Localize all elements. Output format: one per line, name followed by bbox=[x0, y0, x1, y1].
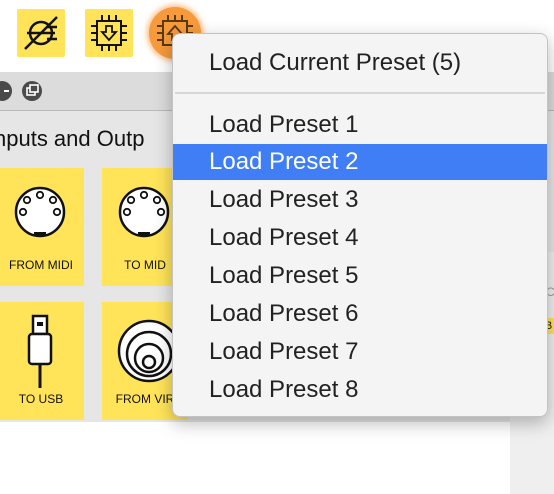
midi-din-connector-icon bbox=[118, 186, 170, 238]
menu-item-load-preset-7[interactable]: Load Preset 7 bbox=[173, 334, 547, 370]
tile-to-usb[interactable]: TO USB bbox=[0, 302, 84, 420]
tile-label: FROM MIDI bbox=[9, 258, 73, 272]
chip-download-icon bbox=[91, 15, 127, 51]
menu-item-load-preset-4[interactable]: Load Preset 4 bbox=[173, 220, 547, 256]
tile-label: TO USB bbox=[18, 392, 64, 406]
menu-item-load-preset-6[interactable]: Load Preset 6 bbox=[173, 296, 547, 332]
menu-item-load-preset-8[interactable]: Load Preset 8 bbox=[173, 372, 547, 408]
section-title: nputs and Outp bbox=[0, 126, 145, 151]
detach-window-button[interactable] bbox=[22, 81, 42, 101]
detach-window-icon bbox=[26, 84, 39, 96]
usb-plug-icon bbox=[27, 314, 53, 388]
menu-separator bbox=[175, 92, 545, 94]
download-preset-button[interactable] bbox=[85, 9, 133, 57]
menu-item-load-current-preset[interactable]: Load Current Preset (5) bbox=[173, 45, 547, 81]
menu-item-load-preset-3[interactable]: Load Preset 3 bbox=[173, 182, 547, 218]
menu-item-load-preset-1[interactable]: Load Preset 1 bbox=[173, 107, 547, 143]
disconnect-plug-icon bbox=[24, 16, 58, 50]
load-preset-menu: Load Current Preset (5) Load Preset 1 Lo… bbox=[172, 33, 548, 417]
menu-item-load-preset-5[interactable]: Load Preset 5 bbox=[173, 258, 547, 294]
disconnect-button[interactable] bbox=[17, 9, 65, 57]
menu-item-load-preset-2[interactable]: Load Preset 2 bbox=[173, 144, 547, 180]
midi-din-connector-icon bbox=[14, 186, 66, 238]
collapse-icon bbox=[4, 90, 9, 92]
tile-from-midi[interactable]: FROM MIDI bbox=[0, 168, 84, 286]
collapse-button[interactable] bbox=[0, 81, 12, 101]
